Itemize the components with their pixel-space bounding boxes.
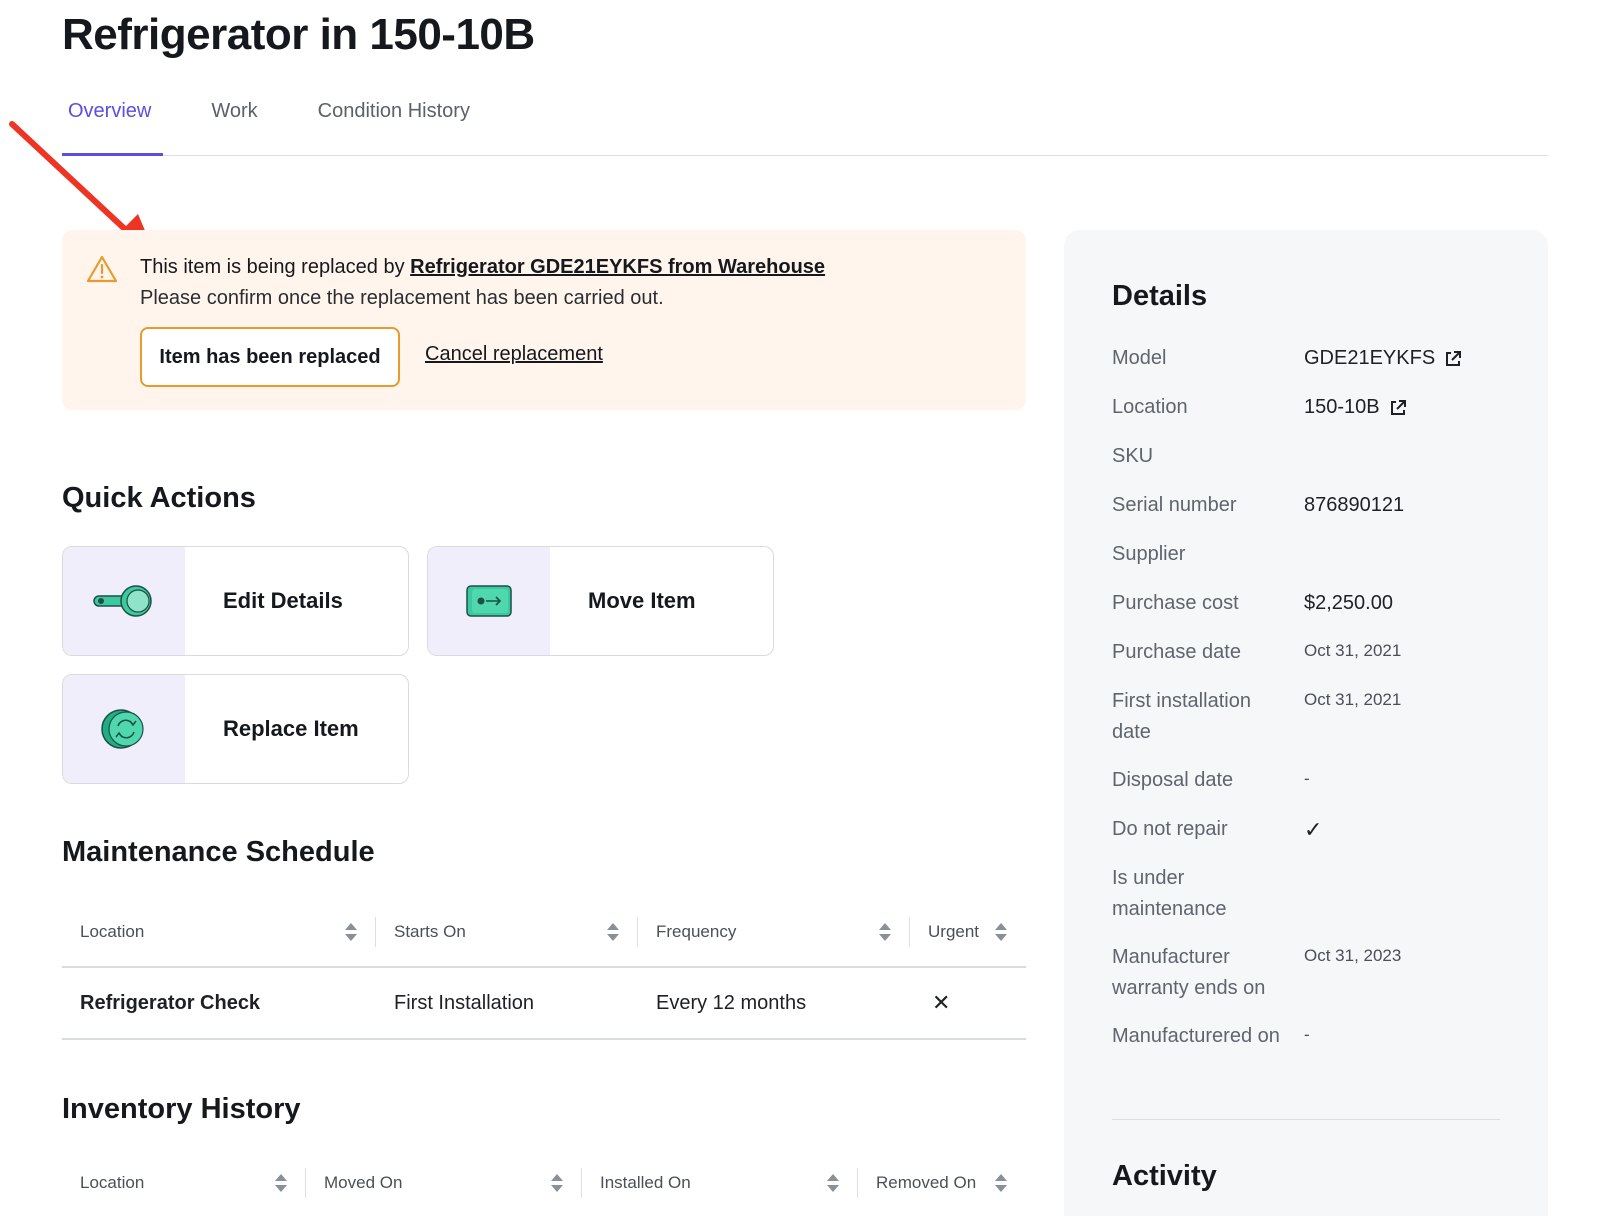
details-title: Details [1112, 280, 1208, 312]
maintenance-table: Location Starts On Frequency Urgent Refr… [62, 898, 1026, 1040]
detail-label: Disposal date [1112, 769, 1234, 791]
row-starts-on: First Installation [394, 991, 535, 1014]
maintenance-schedule-title: Maintenance Schedule [62, 836, 375, 868]
item-replaced-button[interactable]: Item has been replaced [140, 327, 400, 387]
inv-col-installed-on-label: Installed On [600, 1173, 691, 1192]
replace-item-label: Replace Item [223, 716, 359, 741]
inv-col-removed-on[interactable]: Removed On [858, 1166, 1026, 1200]
detail-value: Oct 31, 2023 [1304, 946, 1402, 965]
table-row[interactable]: Refrigerator Check First Installation Ev… [62, 968, 1026, 1040]
inventory-table-header: Location Moved On Installed On Removed O… [62, 1166, 1026, 1216]
sort-icon [551, 1174, 563, 1192]
col-frequency[interactable]: Frequency [638, 915, 910, 949]
checkmark-icon: ✓ [1304, 817, 1323, 842]
banner-message: This item is being replaced by Refrigera… [140, 256, 825, 279]
toggle-icon [93, 585, 152, 617]
external-link-icon[interactable] [1443, 349, 1463, 369]
tab-condition-history[interactable]: Condition History [312, 92, 476, 155]
detail-value-location[interactable]: 150-10B [1304, 392, 1408, 423]
inv-col-removed-on-label: Removed On [876, 1173, 977, 1192]
divider [1112, 1119, 1500, 1120]
detail-value: - [1304, 769, 1310, 788]
sort-icon [879, 923, 891, 941]
quick-actions-title: Quick Actions [62, 482, 256, 514]
inv-col-installed-on[interactable]: Installed On [582, 1166, 858, 1200]
detail-value: Oct 31, 2021 [1304, 690, 1402, 709]
inventory-table: Location Moved On Installed On Removed O… [62, 1166, 1026, 1216]
replacement-item-link[interactable]: Refrigerator GDE21EYKFS from Warehouse [410, 256, 825, 278]
sort-icon [995, 923, 1007, 941]
move-arrow-icon [466, 585, 512, 617]
detail-label: Manufacturered on [1112, 1025, 1280, 1047]
detail-label: Model [1112, 347, 1167, 369]
urgent-x-icon: ✕ [932, 990, 951, 1015]
warning-triangle-icon [86, 255, 118, 283]
sort-icon [345, 923, 357, 941]
move-item-label: Move Item [588, 588, 696, 613]
activity-title: Activity [1112, 1160, 1217, 1192]
detail-label: First installation date [1112, 690, 1251, 743]
col-location-label: Location [80, 922, 145, 941]
move-item-card[interactable]: Move Item [427, 546, 774, 656]
edit-details-card[interactable]: Edit Details [62, 546, 409, 656]
cancel-replacement-link[interactable]: Cancel replacement [425, 343, 603, 366]
col-urgent[interactable]: Urgent [910, 915, 1026, 949]
inv-col-location[interactable]: Location [62, 1166, 306, 1200]
detail-label: Location [1112, 396, 1188, 418]
detail-label: Is under maintenance [1112, 867, 1227, 920]
detail-label: Do not repair [1112, 818, 1228, 840]
row-location: Refrigerator Check [80, 991, 261, 1014]
detail-label: Serial number [1112, 494, 1237, 516]
page-title: Refrigerator in 150-10B [62, 10, 535, 59]
detail-value: 876890121 [1304, 494, 1405, 516]
detail-value: - [1304, 1025, 1310, 1044]
inv-col-moved-on-label: Moved On [324, 1173, 403, 1192]
detail-value: $2,250.00 [1304, 592, 1393, 614]
row-frequency: Every 12 months [656, 991, 807, 1014]
edit-details-icon-wrap [63, 547, 185, 655]
col-frequency-label: Frequency [656, 922, 737, 941]
location-value: 150-10B [1304, 396, 1380, 418]
col-location[interactable]: Location [62, 915, 376, 949]
tab-bar: Overview Work Condition History [62, 92, 1548, 156]
inv-col-location-label: Location [80, 1173, 145, 1192]
col-urgent-label: Urgent [928, 922, 980, 941]
replace-item-card[interactable]: Replace Item [62, 674, 409, 784]
detail-label: Supplier [1112, 543, 1186, 565]
col-starts-on-label: Starts On [394, 922, 466, 941]
sort-icon [275, 1174, 287, 1192]
inventory-history-title: Inventory History [62, 1093, 301, 1125]
inv-col-moved-on[interactable]: Moved On [306, 1166, 582, 1200]
detail-label: Manufacturer warranty ends on [1112, 946, 1266, 999]
model-value: GDE21EYKFS [1304, 347, 1436, 369]
col-starts-on[interactable]: Starts On [376, 915, 638, 949]
replace-item-icon-wrap [63, 675, 185, 783]
sort-icon [607, 923, 619, 941]
sort-icon [995, 1174, 1007, 1192]
detail-label: Purchase date [1112, 641, 1241, 663]
maintenance-table-header: Location Starts On Frequency Urgent [62, 898, 1026, 968]
external-link-icon[interactable] [1388, 398, 1408, 418]
details-panel: Details Model GDE21EYKFS Location 150-10… [1064, 230, 1548, 1216]
detail-value: Oct 31, 2021 [1304, 641, 1402, 660]
edit-details-label: Edit Details [223, 588, 343, 613]
tab-work[interactable]: Work [205, 92, 263, 155]
detail-value-model[interactable]: GDE21EYKFS [1304, 343, 1463, 374]
banner-message-prefix: This item is being replaced by [140, 256, 411, 278]
detail-label: SKU [1112, 445, 1154, 467]
replacement-banner: This item is being replaced by Refrigera… [62, 230, 1026, 410]
replace-cycle-icon [101, 709, 144, 749]
banner-subtext: Please confirm once the replacement has … [140, 287, 664, 309]
sort-icon [827, 1174, 839, 1192]
detail-label: Purchase cost [1112, 592, 1239, 614]
move-item-icon-wrap [428, 547, 550, 655]
